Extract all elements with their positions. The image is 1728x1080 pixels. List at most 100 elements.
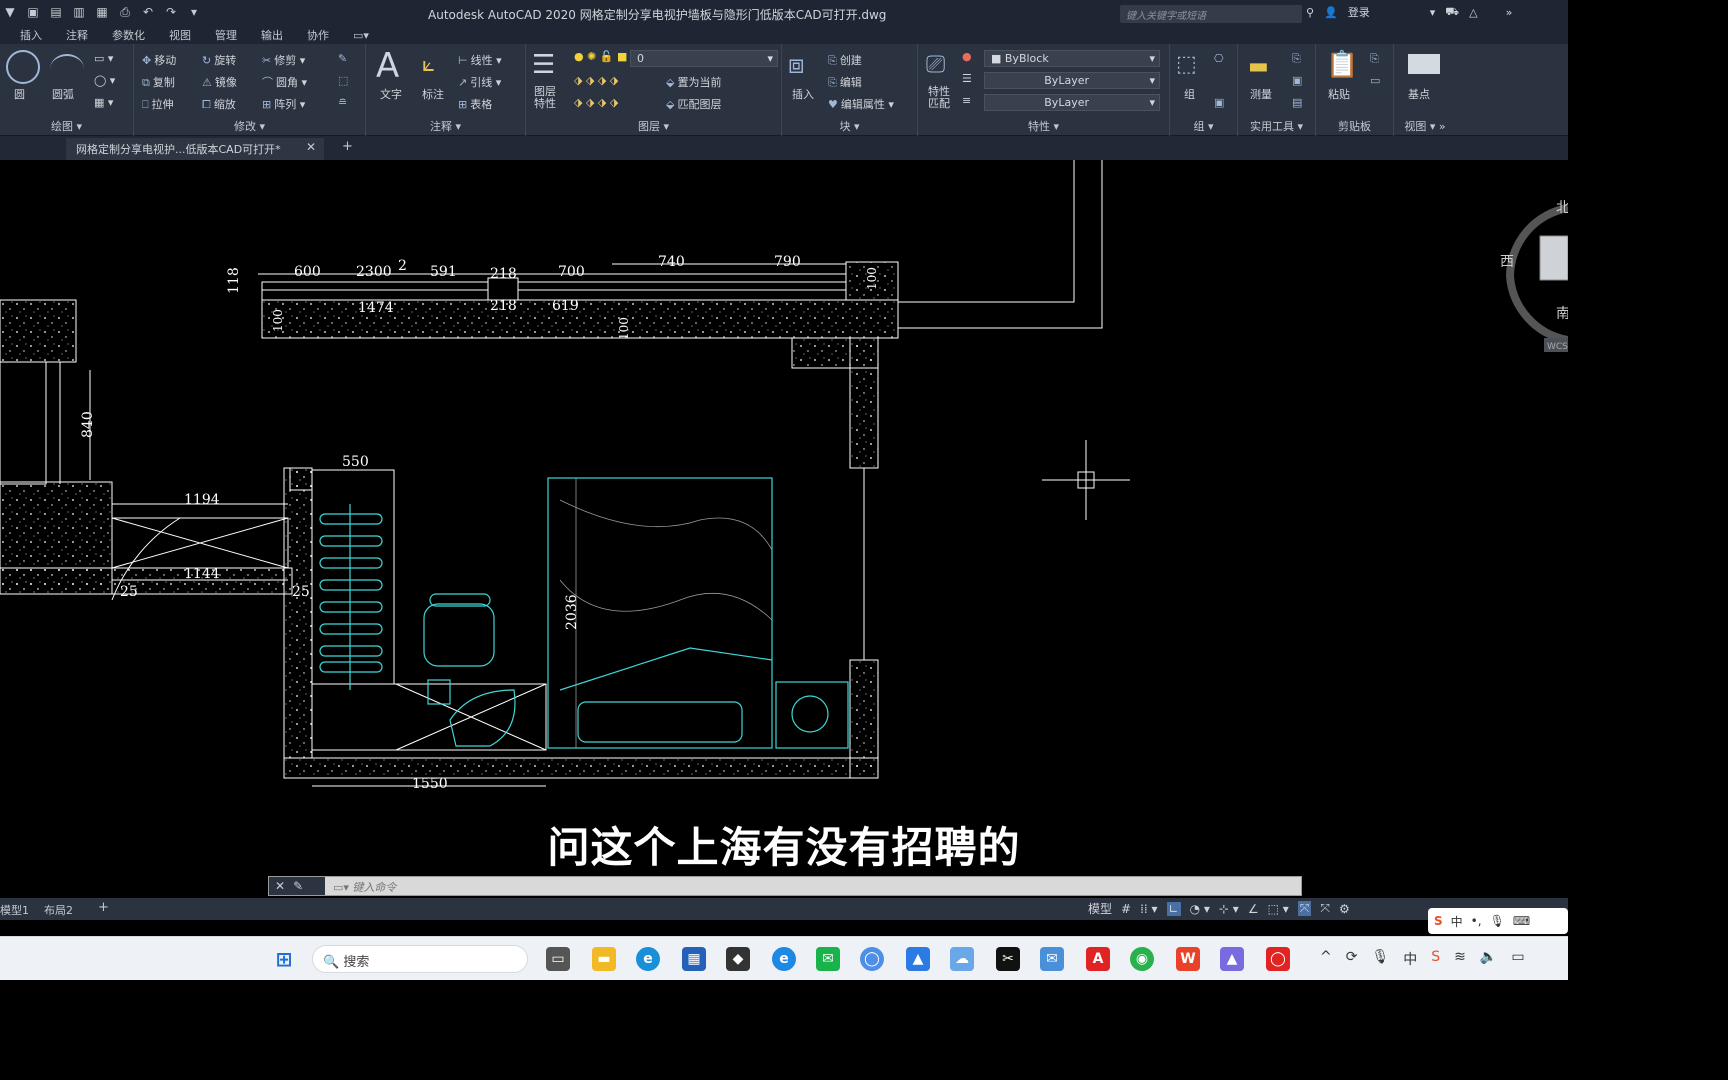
wcs-label[interactable]: WCS [1547, 342, 1568, 352]
group-tools-icon[interactable]: ⎔ [1214, 52, 1227, 65]
capcut-icon[interactable]: ✂ [996, 947, 1020, 971]
keyboard-icon[interactable]: ⌨ [1513, 914, 1530, 928]
wifi-icon[interactable]: ≋ [1454, 949, 1466, 969]
tab-view[interactable]: 视图 [157, 28, 203, 44]
panel-clipboard-title[interactable]: 剪贴板 [1316, 118, 1393, 134]
customize-icon[interactable]: ▾ [186, 4, 202, 20]
viewcube[interactable]: 北 西 南 WCS [1500, 200, 1568, 352]
tray-chevron-icon[interactable]: ^ [1320, 949, 1332, 969]
array-button[interactable]: ⊞ 阵列 ▾ [262, 96, 305, 112]
cloud-icon[interactable]: ☁ [950, 947, 974, 971]
panel-view-title[interactable]: 视图 ▾ » [1394, 118, 1456, 134]
app-icon-4[interactable]: ◯ [1266, 947, 1290, 971]
panel-properties-title[interactable]: 特性 ▾ [918, 118, 1169, 134]
mic-tray-icon[interactable]: 🎙 [1371, 949, 1389, 969]
triangle-icon[interactable]: △ [1469, 6, 1477, 19]
panel-block-title[interactable]: 块 ▾ [782, 118, 917, 134]
lineweight-dropdown[interactable]: ByLayer ▾ [984, 94, 1160, 111]
ime-lang[interactable]: 中 [1451, 913, 1463, 930]
tab-manage[interactable]: 管理 [203, 28, 249, 44]
measure-label[interactable]: 测量 [1250, 86, 1272, 102]
rectangle-icon[interactable]: ▭ ▾ [94, 52, 113, 65]
workspace-icon[interactable]: ⚙ [1339, 902, 1350, 916]
panel-modify-title[interactable]: 修改 ▾ [134, 118, 365, 134]
mic-icon[interactable]: 🎙 [1490, 914, 1505, 928]
linear-button[interactable]: ⊢ 线性 ▾ [458, 52, 502, 68]
arc-label[interactable]: 圆弧 [52, 86, 74, 102]
edit-attributes-button[interactable]: ♥ 编辑属性 ▾ [828, 96, 894, 112]
ime-toolbar[interactable]: S 中 •, 🎙 ⌨ [1428, 908, 1568, 934]
lineweight-icon[interactable]: ≡ [962, 94, 971, 107]
layer-state-icons[interactable]: ● ✺ 🔓 ■ [574, 50, 627, 63]
tab-extra-icon[interactable]: ▭▾ [341, 28, 381, 44]
sync-icon[interactable]: ⟳ [1346, 949, 1358, 969]
dimension-label[interactable]: 标注 [422, 86, 444, 102]
scale-button[interactable]: ⧠ 缩放 [202, 96, 236, 112]
punctuation-icon[interactable]: •, [1471, 914, 1482, 928]
copy-clip-icon[interactable]: ⎘ [1370, 52, 1382, 66]
tab-parametric[interactable]: 参数化 [100, 28, 157, 44]
viewcube-south[interactable]: 南 [1556, 306, 1568, 322]
wps-icon[interactable]: W [1176, 947, 1200, 971]
set-current-button[interactable]: ⬙ 置为当前 [666, 74, 721, 90]
explode-icon[interactable]: ⬚ [338, 74, 351, 87]
group-icon[interactable]: ⬚ [1176, 52, 1197, 77]
store-icon[interactable]: ▦ [682, 947, 706, 971]
utility-icon-1[interactable]: ⎘ [1292, 52, 1304, 66]
paste-icon[interactable]: 📋 [1326, 50, 1358, 80]
tab-collaborate[interactable]: 协作 [295, 28, 341, 44]
cut-icon[interactable]: ▭ [1370, 74, 1383, 87]
table-button[interactable]: ⊞ 表格 [458, 96, 492, 112]
annotation-scale-icon[interactable]: ⤧ [1320, 901, 1330, 916]
dimension-icon[interactable]: ⟀ [422, 52, 435, 77]
layer-properties-label[interactable]: 图层特性 [534, 86, 564, 110]
save-as-icon[interactable]: ▤ [48, 4, 64, 20]
wrench-icon[interactable]: ✎ [293, 879, 303, 893]
autocad-icon[interactable]: A [1086, 947, 1110, 971]
grid-icon[interactable]: # [1121, 902, 1131, 916]
stretch-button[interactable]: ⎕ 拉伸 [142, 96, 174, 112]
start-icon[interactable]: ⊞ [272, 947, 296, 971]
panel-draw-title[interactable]: 绘图 ▾ [0, 118, 133, 134]
viewcube-north[interactable]: 北 [1556, 200, 1568, 216]
browser-icon[interactable]: e [772, 947, 796, 971]
rotate-button[interactable]: ↻ 旋转 [202, 52, 236, 68]
annotation-icon[interactable]: ⤧ [1297, 901, 1312, 916]
match-properties-label[interactable]: 特性匹配 [928, 86, 956, 110]
group-select-icon[interactable]: ▣ [1214, 96, 1227, 109]
color-dropdown[interactable]: ■ ByBlock ▾ [984, 50, 1160, 67]
drawing-canvas[interactable]: 600 2300 2 591 218 700 740 790 1474 218 … [0, 160, 1568, 876]
battery-icon[interactable]: ▭ [1511, 949, 1524, 969]
viewport-icon[interactable]: ⬚ ▾ [1268, 902, 1289, 916]
layer-dropdown[interactable]: 0 ▾ [630, 50, 778, 67]
undo-icon[interactable]: ↶ [140, 4, 156, 20]
polar-icon[interactable]: ◔ ▾ [1190, 902, 1210, 916]
user-icon[interactable]: 👤 [1324, 6, 1338, 19]
mail-icon[interactable]: ✉ [1040, 947, 1064, 971]
binoculars-icon[interactable]: ⚲ [1306, 6, 1314, 19]
hatch-icon[interactable]: ▦ ▾ [94, 96, 113, 109]
color-wheel-icon[interactable]: ● [962, 50, 972, 63]
panel-utilities-title[interactable]: 实用工具 ▾ [1238, 118, 1315, 134]
angle-icon[interactable]: ∠ [1248, 902, 1259, 916]
app-icon-2[interactable]: ✉ [816, 947, 840, 971]
layer-tools-row2[interactable]: ⬗ ⬗ ⬗ ⬗ [574, 96, 618, 109]
panel-layers-title[interactable]: 图层 ▾ [526, 118, 781, 134]
snap-icon[interactable]: ⁞⁞ ▾ [1140, 902, 1157, 916]
viewcube-west[interactable]: 西 [1500, 254, 1514, 270]
calculator-icon[interactable]: ▤ [1292, 96, 1305, 109]
arc-icon[interactable] [50, 54, 84, 84]
help-icon[interactable]: » [1506, 6, 1513, 19]
ortho-icon[interactable]: ∟ [1166, 901, 1181, 916]
command-input[interactable]: ▭▾ 键入命令 [325, 877, 1301, 895]
add-layout-icon[interactable]: + [98, 900, 109, 915]
search-input[interactable]: 键入关键字或短语 [1120, 5, 1302, 23]
ellipse-icon[interactable]: ◯ ▾ [94, 74, 115, 87]
leader-button[interactable]: ↗ 引线 ▾ [458, 74, 501, 90]
circle-label[interactable]: 圆 [14, 86, 25, 102]
app-icon-1[interactable]: ◆ [726, 947, 750, 971]
edge-icon[interactable]: e [636, 947, 660, 971]
insert-label[interactable]: 插入 [792, 86, 814, 102]
paste-label[interactable]: 粘贴 [1328, 86, 1350, 102]
taskbar-search[interactable]: 🔍 搜索 [312, 945, 528, 973]
